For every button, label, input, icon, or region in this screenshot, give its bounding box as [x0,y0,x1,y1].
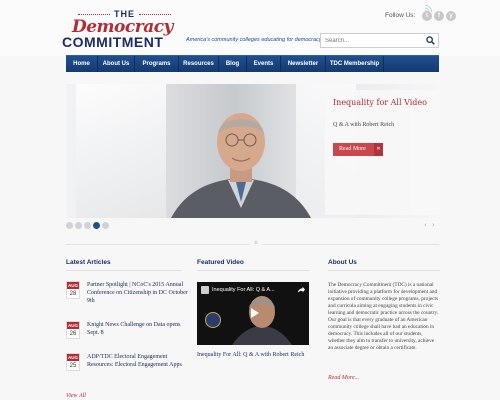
read-more-label: Read More [339,146,366,152]
date-badge: AUG 25 [66,353,80,371]
page: THE Democracy COMMITMENT America's commu… [0,0,500,400]
slide-title[interactable]: Inequality for All Video [333,98,427,107]
video-caption-link[interactable]: Inequality For All: Q & A with Robert Re… [197,352,304,358]
slider-dot[interactable] [66,222,73,229]
about-us-heading: About Us [328,259,357,266]
latest-articles-heading: Latest Articles [66,259,111,266]
facebook-icon[interactable]: f [434,11,444,21]
site-logo[interactable]: THE Democracy COMMITMENT [62,9,187,51]
search-icon[interactable] [426,36,435,45]
slider-dot[interactable] [84,222,91,229]
search-input[interactable] [325,35,425,46]
video-player[interactable]: Inequality For All: Q & A... [197,282,309,345]
slide-subtitle: Q & A with Robert Reich [333,122,395,128]
about-text: The Democracy Commitment (TDC) is a nati… [328,282,439,351]
close-icon: ✕ [374,143,383,156]
list-item: AUG 26 Knight News Challenge on Data ope… [66,321,186,349]
read-more-button[interactable]: Read More ✕ [333,143,383,156]
list-item: AUG 28 Partner Spotlight | NCoC's 2015 A… [66,281,188,309]
list-item: AUG 25 ADP/TDC Electoral Engagement Reso… [66,353,186,381]
nav-tdc-membership[interactable]: TDC Membership [326,56,384,72]
play-icon[interactable] [246,305,262,321]
main-nav: Home About Us Programs Resources Blog Ev… [66,55,439,72]
tagline: America's community colleges educating f… [186,37,323,43]
article-link[interactable]: Partner Spotlight | NCoC's 2015 Annual C… [87,281,192,305]
nav-resources[interactable]: Resources [179,56,219,72]
seal-icon [205,312,221,328]
view-all-link[interactable]: View All [66,393,86,399]
article-link[interactable]: Knight News Challenge on Data opens Sept… [87,321,192,337]
nav-newsletter[interactable]: Newsletter [281,56,326,72]
date-badge: AUG 28 [66,281,80,299]
featured-video-heading: Featured Video [197,259,244,266]
nav-about-us[interactable]: About Us [98,56,135,72]
article-link[interactable]: ADP/TDC Electoral Engagement Resources: … [87,353,192,369]
video-thumbnail [232,296,292,345]
rss-icon[interactable] [424,4,433,13]
slider-dot-active[interactable] [93,222,100,229]
logo-commitment: COMMITMENT [62,34,164,50]
youtube-icon[interactable]: y [446,11,456,21]
search-box [320,33,439,48]
date-badge: AUG 26 [66,321,80,339]
slide-image [171,113,311,218]
next-arrow-icon[interactable]: › [432,221,435,229]
read-more-link[interactable]: Read More... [328,375,359,381]
video-title: Inequality For All: Q & A... [212,287,275,293]
slider-dot[interactable] [102,222,109,229]
nav-home[interactable]: Home [66,56,98,72]
prev-arrow-icon[interactable]: ‹ [424,221,427,229]
share-icon[interactable] [297,286,305,294]
channel-icon [201,286,209,294]
follow-us-label: Follow Us: [385,12,416,19]
nav-programs[interactable]: Programs [135,56,179,72]
nav-blog[interactable]: Blog [219,56,247,72]
nav-events[interactable]: Events [247,56,281,72]
slider-dot[interactable] [75,222,82,229]
star-icon: ✶ [250,239,262,247]
